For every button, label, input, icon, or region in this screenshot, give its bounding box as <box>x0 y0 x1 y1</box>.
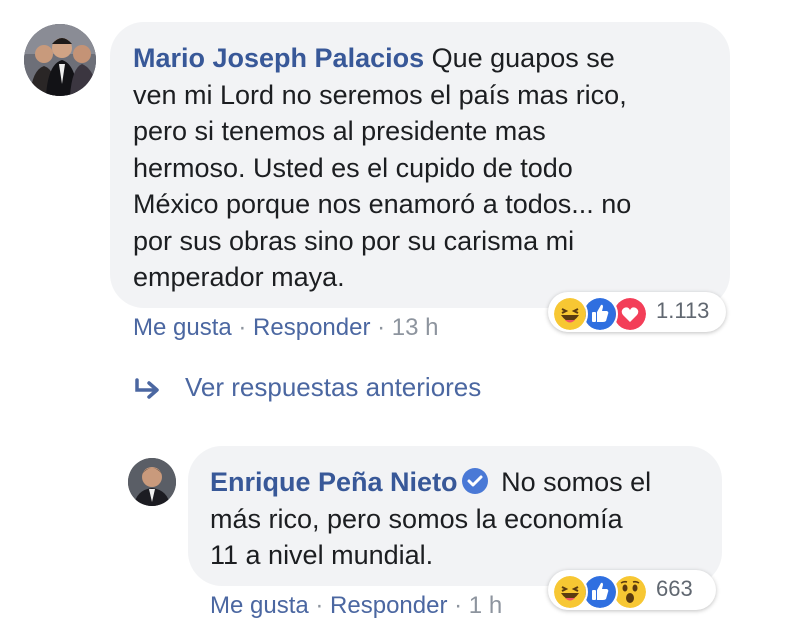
comment-text-line: por sus obras sino por su carisma mi <box>133 225 575 256</box>
reply-button[interactable]: Responder <box>253 314 370 341</box>
comment-text-line: hermoso. Usted es el cupido de todo <box>133 152 573 183</box>
comment-author-link[interactable]: Mario Joseph Palacios <box>133 43 424 73</box>
avatar-mario[interactable] <box>24 24 96 96</box>
reply-text-line: 11 a nivel mundial. <box>210 540 434 570</box>
haha-icon <box>552 296 588 332</box>
haha-icon <box>552 574 588 610</box>
comment-actions: Me gusta · Responder · 13 h <box>133 314 439 342</box>
reaction-count: 1.113 <box>656 298 710 323</box>
avatar-enrique[interactable] <box>128 458 176 506</box>
reply-button[interactable]: Responder <box>330 592 447 619</box>
comment-text-line: México porque nos enamoró a todos... no <box>133 189 632 219</box>
like-button[interactable]: Me gusta <box>133 314 232 341</box>
reply-timestamp[interactable]: 1 h <box>469 592 502 619</box>
reply-text-line: más rico, pero somos la economía <box>210 503 623 534</box>
verified-badge-icon <box>461 468 488 494</box>
comment-text-line: pero si tenemos al presidente mas <box>133 116 546 146</box>
separator: · <box>447 592 469 619</box>
view-previous-replies-link[interactable]: Ver respuestas anteriores <box>185 372 481 403</box>
comment-text-line: ven mi Lord no seremos el país mas rico, <box>133 79 627 110</box>
reaction-count: 663 <box>656 576 693 601</box>
reply-text-line: No somos el <box>493 467 652 497</box>
reply-actions: Me gusta · Responder · 1 h <box>210 592 502 620</box>
reply-author-link[interactable]: Enrique Peña Nieto <box>210 467 458 497</box>
comment-text: Mario Joseph Palacios Que guapos se ven … <box>133 40 723 296</box>
reply-arrow-icon <box>135 378 159 399</box>
separator: · <box>370 314 392 341</box>
avatar-photo-icon <box>24 24 96 96</box>
avatar-photo-icon <box>128 458 176 506</box>
comment-timestamp[interactable]: 13 h <box>392 314 439 341</box>
comment-text-line: Que guapos se <box>424 43 615 73</box>
separator: · <box>308 592 331 619</box>
reply-reactions-summary[interactable]: 663 <box>548 570 716 610</box>
like-button[interactable]: Me gusta <box>210 592 309 619</box>
comment-reactions-summary[interactable]: 1.113 <box>548 292 726 332</box>
reply-text: Enrique Peña Nieto No somos el más rico,… <box>210 464 710 574</box>
separator: · <box>231 314 254 341</box>
comment-text-line: emperador maya. <box>133 262 345 292</box>
